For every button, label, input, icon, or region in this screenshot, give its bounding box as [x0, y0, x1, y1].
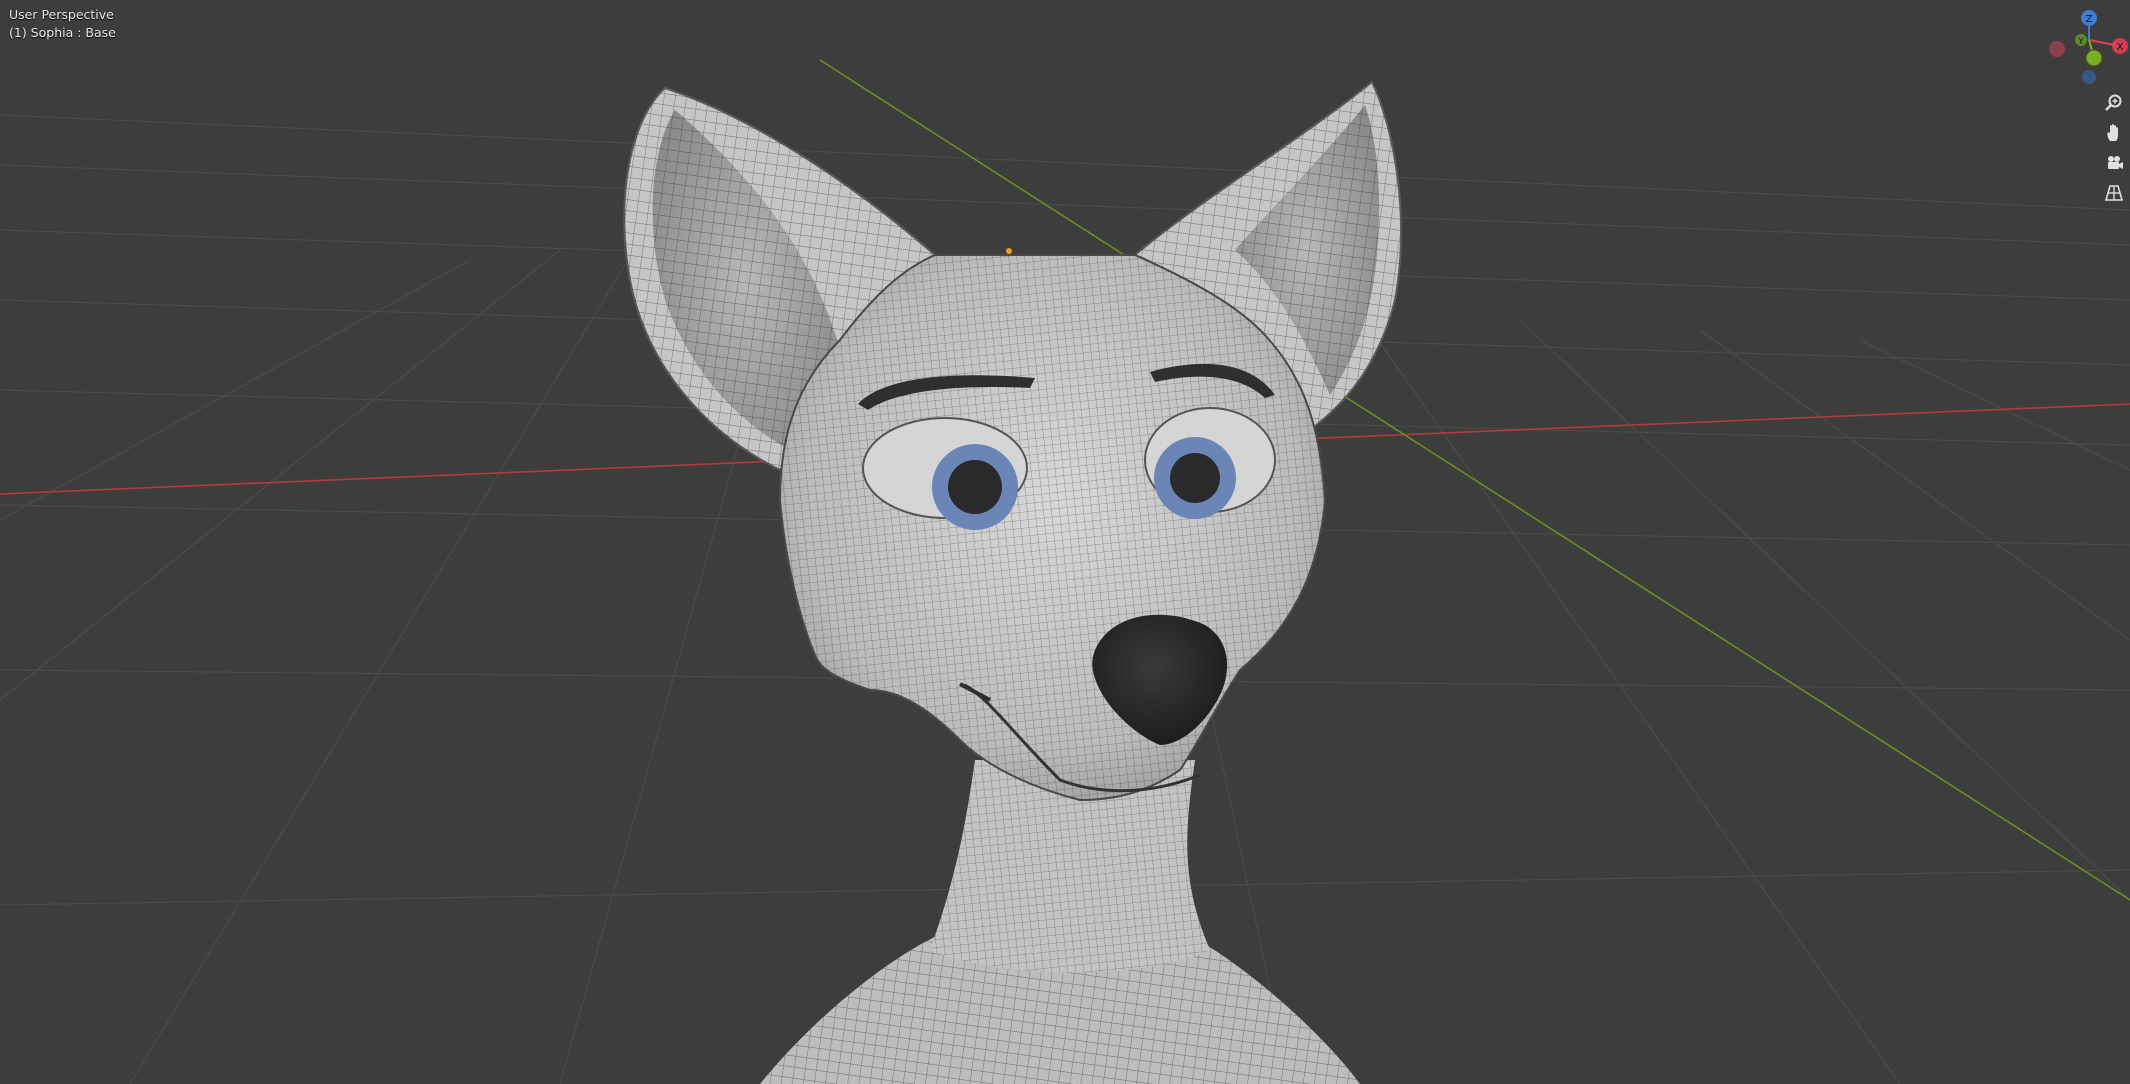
- zoom-icon: [2105, 94, 2122, 111]
- pan-button[interactable]: [2101, 120, 2127, 146]
- grid-perspective-icon: [2104, 185, 2124, 201]
- zoom-button[interactable]: [2101, 90, 2127, 116]
- gizmo-y-label: Y: [2077, 37, 2084, 47]
- gizmo-x-label: X: [2117, 42, 2124, 53]
- left-pupil: [948, 460, 1002, 514]
- gizmo-neg-x: [2049, 41, 2065, 57]
- perspective-toggle-button[interactable]: [2101, 180, 2127, 206]
- right-pupil: [1170, 453, 1220, 503]
- active-object-label: (1) Sophia : Base: [9, 25, 116, 40]
- camera-view-button[interactable]: [2101, 150, 2127, 176]
- navigation-gizmo[interactable]: Z Y X: [2040, 6, 2128, 94]
- origin-dot: [1006, 248, 1012, 254]
- camera-icon: [2108, 156, 2123, 169]
- viewport-scene[interactable]: [0, 0, 2130, 1084]
- hand-pan-icon: [2107, 124, 2118, 141]
- 3d-viewport[interactable]: User Perspective (1) Sophia : Base Z Y X: [0, 0, 2130, 1084]
- gizmo-z-label: Z: [2086, 14, 2093, 25]
- gizmo-y: [2085, 49, 2103, 67]
- character-mesh[interactable]: [623, 80, 1402, 1084]
- gizmo-neg-z: [2082, 70, 2096, 84]
- view-name-label: User Perspective: [9, 7, 114, 22]
